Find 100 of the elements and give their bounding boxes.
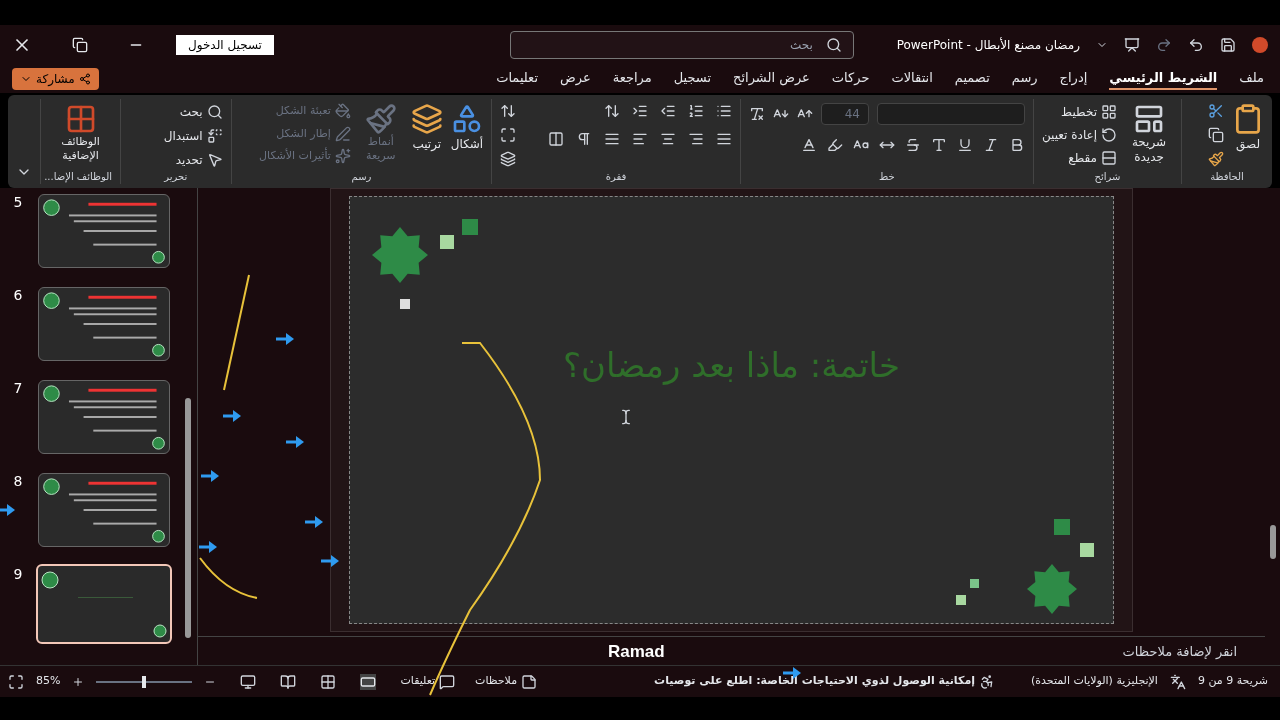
font-name-field[interactable] (876, 103, 1025, 125)
format-icon (334, 148, 351, 165)
ribbon-tab[interactable]: إدراج (1059, 67, 1088, 91)
save-icon[interactable] (1220, 37, 1236, 53)
restore-icon[interactable] (72, 37, 88, 53)
notes-placeholder[interactable]: انقر لإضافة ملاحظات (1122, 642, 1237, 662)
copy-icon[interactable] (1208, 127, 1224, 143)
section-button[interactable]: مقطع (1041, 149, 1118, 167)
bullets-icon[interactable] (715, 103, 732, 119)
editing-button[interactable]: بحث (163, 103, 223, 121)
presentation-icon[interactable] (1124, 37, 1140, 53)
square-shape (462, 219, 478, 235)
shapes-button[interactable]: أشكال (450, 103, 484, 153)
spelling-icon[interactable] (1169, 673, 1186, 690)
normal-view-icon[interactable] (360, 673, 377, 690)
highlighter-icon[interactable] (826, 137, 843, 153)
scrollbar-thumb[interactable] (1269, 524, 1276, 559)
slide-thumbnail[interactable] (38, 473, 170, 547)
search-icon (206, 104, 223, 120)
ribbon-tab[interactable]: تسجيل (673, 67, 712, 91)
square-shape (400, 299, 410, 309)
section-icon (1101, 150, 1118, 166)
arrow-icon (199, 541, 217, 553)
reading-view-icon[interactable] (280, 673, 297, 690)
increase-indent-icon[interactable] (631, 103, 648, 119)
zoom-in-icon[interactable] (72, 675, 85, 688)
sign-in-button[interactable]: تسجيل الدخول (176, 35, 274, 55)
paste-button[interactable]: لصق (1232, 103, 1264, 153)
numbering-icon[interactable] (687, 103, 704, 119)
text-shadow-icon[interactable] (930, 137, 947, 153)
add-ins-button[interactable]: الوظائف الإضافية (49, 103, 112, 163)
ribbon-tab[interactable]: تصميم (954, 67, 990, 91)
accessibility-button[interactable]: إمكانية الوصول لذوي الاحتياجات الخاصة: اطلع على توصيات (654, 673, 995, 690)
star-shape (1027, 564, 1077, 614)
window-title: رمضان مصنع الأبطال - PowerPoint (896, 36, 1080, 54)
arrow-icon (201, 470, 219, 482)
zoom-slider-thumb[interactable] (142, 675, 147, 688)
font-color-icon[interactable] (800, 137, 817, 153)
reset-button[interactable]: إعادة تعيين (1041, 126, 1118, 144)
ribbon-tab[interactable]: انتقالات (891, 67, 933, 91)
ribbon-tab[interactable]: حركات (831, 67, 870, 91)
slide-thumbnail[interactable] (38, 380, 170, 454)
slide-sorter-icon[interactable] (320, 673, 337, 690)
ribbon-tab[interactable]: عرض الشرائح (733, 67, 810, 91)
slide-thumbnail[interactable] (38, 287, 170, 361)
slide-thumbnail[interactable] (38, 194, 170, 268)
comment-icon (439, 673, 456, 690)
decrease-indent-icon[interactable] (659, 103, 676, 119)
format-painter-icon[interactable] (1208, 151, 1224, 167)
slide-title: خاتمة: ماذا بعد رمضان؟ (563, 343, 900, 387)
shapes-icon (451, 103, 483, 135)
zoom-percent[interactable]: 85% (36, 673, 61, 690)
arrow-icon (0, 504, 15, 516)
slide-counter: شريحة 9 من 9 (1197, 673, 1268, 690)
ribbon-tab[interactable]: ملف (1239, 67, 1264, 91)
distributed-icon[interactable] (603, 131, 620, 147)
search-field[interactable]: بحث (509, 31, 854, 59)
format-icon (334, 125, 351, 142)
editing-button[interactable]: تحديد (163, 151, 223, 169)
notes-icon (521, 673, 538, 690)
columns-icon[interactable] (547, 131, 564, 147)
ink-stroke (199, 557, 258, 599)
ribbon-tab[interactable]: الشريط الرئيسي (1109, 67, 1218, 91)
cut-icon[interactable] (1208, 103, 1224, 119)
arrange-button[interactable]: ترتيب (410, 103, 443, 153)
accessibility-icon (978, 673, 995, 690)
slideshow-icon[interactable] (240, 673, 257, 690)
slide-number: 9 (12, 565, 24, 584)
caption-text: Ramad (608, 641, 665, 663)
redo-icon[interactable] (1156, 37, 1172, 53)
line-spacing-icon[interactable] (603, 103, 620, 119)
layout-icon (1101, 104, 1118, 120)
editing-button[interactable]: استبدال (163, 127, 223, 145)
group-label: رسم (350, 170, 373, 184)
arrow-icon (321, 555, 339, 567)
arrow-icon (286, 436, 304, 448)
language-label[interactable]: الإنجليزية (الولايات المتحدة) (1030, 673, 1158, 690)
ribbon-tab[interactable]: تعليمات (496, 67, 538, 91)
app-logo-icon (1252, 37, 1268, 53)
square-shape (1054, 519, 1070, 535)
new-slide-button[interactable]: شريحة جديدة (1125, 103, 1174, 165)
align-center-icon[interactable] (659, 131, 676, 147)
share-button[interactable]: مشاركة (12, 68, 99, 90)
ribbon-tab[interactable]: عرض (560, 67, 591, 91)
undo-icon[interactable] (1188, 37, 1204, 53)
clear-formatting-icon[interactable] (748, 106, 765, 122)
fit-slide-icon[interactable] (8, 673, 24, 690)
align-right-icon[interactable] (687, 131, 704, 147)
justify-icon[interactable] (715, 131, 732, 147)
zoom-slider[interactable] (96, 675, 193, 688)
notes-button[interactable]: ملاحظات (475, 673, 538, 690)
underline-icon[interactable] (956, 137, 973, 153)
comments-button[interactable]: تعليقات (400, 673, 456, 690)
strikethrough-icon[interactable] (904, 137, 921, 153)
scrollbar-thumb[interactable] (185, 398, 191, 638)
layout-button[interactable]: تخطيط (1041, 103, 1118, 121)
ribbon-tab[interactable]: رسم (1011, 67, 1038, 91)
square-shape (440, 235, 454, 249)
ribbon-tab[interactable]: مراجعة (612, 67, 652, 91)
align-left-icon[interactable] (631, 131, 648, 147)
